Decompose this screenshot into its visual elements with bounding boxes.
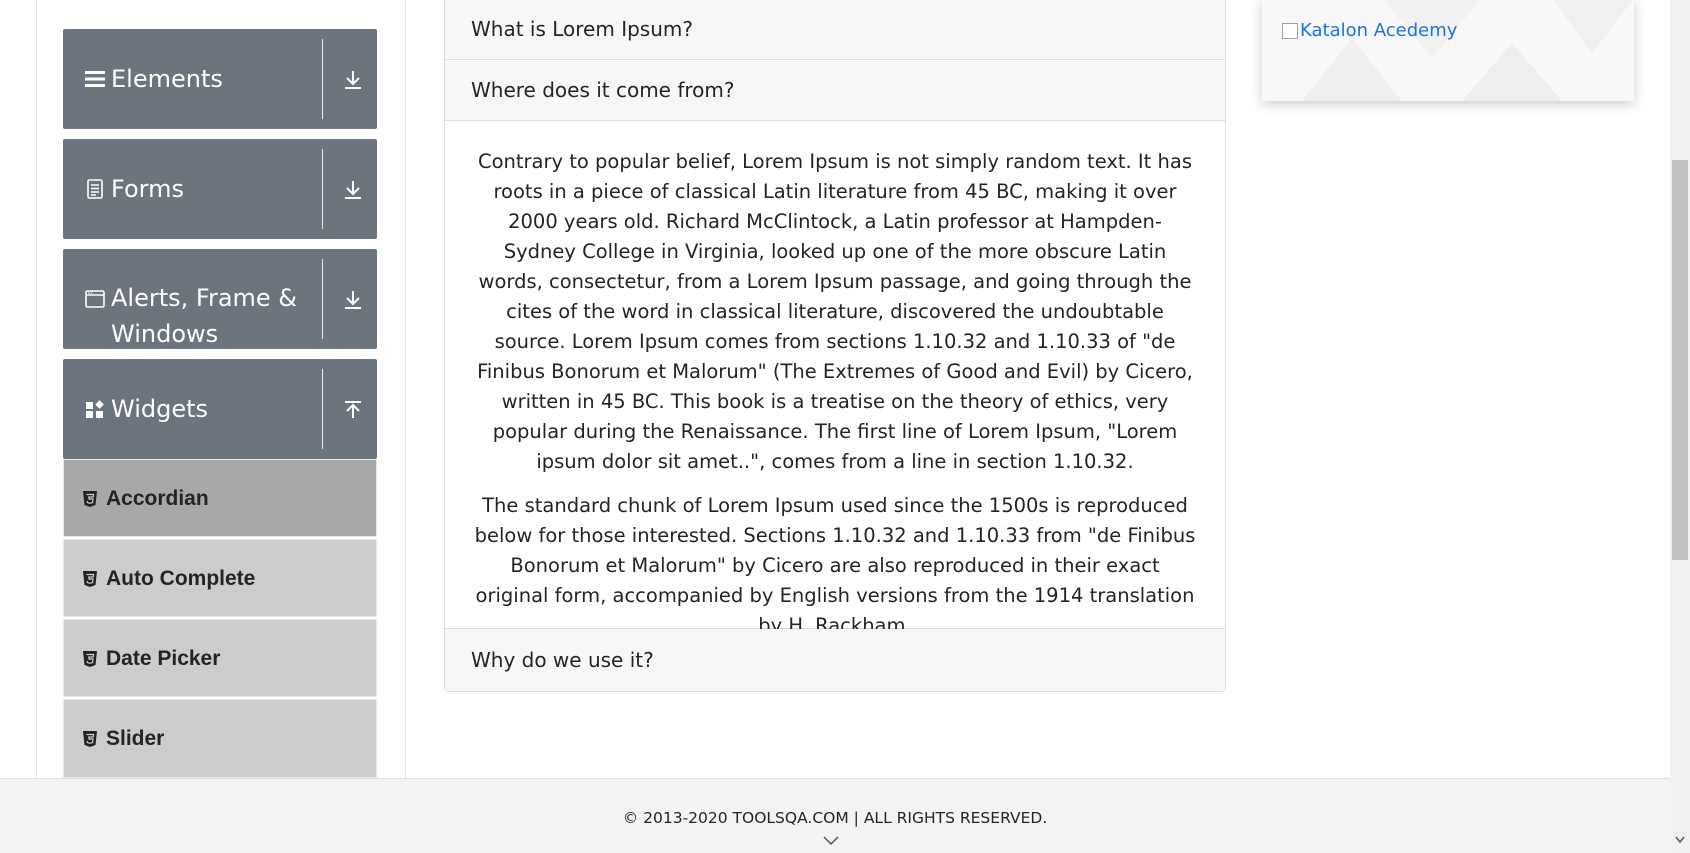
accordion-paragraph: Contrary to popular belief, Lorem Ipsum … [477,150,1193,473]
download-arrow-icon[interactable] [342,69,364,91]
group-separator [322,149,323,229]
sidebar-item-auto-complete[interactable]: Auto Complete [63,539,377,617]
ad-image-link[interactable]: Katalon Acedemy [1282,20,1457,41]
html5-icon [82,490,98,508]
chevron-down-icon[interactable] [822,835,840,847]
html5-icon [82,650,98,668]
group-label: Alerts, Frame & [111,284,298,312]
footer: © 2013-2020 TOOLSQA.COM | ALL RIGHTS RES… [0,778,1670,853]
sidebar-item-label: Auto Complete [106,567,256,590]
ad-banner[interactable]: Katalon Acedemy [1262,0,1634,101]
sidebar-item-label: Slider [106,727,165,750]
sidebar-item-label: Date Picker [106,647,221,670]
scrollbar[interactable] [1670,0,1690,853]
sidebar-item-label: Accordian [106,487,209,510]
group-label-continued: Windows [111,320,219,348]
scroll-down-arrow-icon[interactable] [1675,836,1685,844]
accordion-body: Contrary to popular belief, Lorem Ipsum … [445,121,1225,637]
upload-arrow-icon[interactable] [342,399,364,421]
accordion-paragraph: The standard chunk of Lorem Ipsum used s… [474,494,1196,637]
group-separator [322,259,323,339]
html5-icon [82,570,98,588]
group-elements[interactable]: Elements [63,29,377,129]
hamburger-icon [85,69,105,89]
ad-background-pattern [1302,0,1633,101]
sidebar-item-slider[interactable]: Slider [63,699,377,778]
group-separator [322,39,323,119]
document-icon [85,179,105,199]
group-label: Widgets [111,395,209,423]
group-separator [322,369,323,449]
widgets-icon [85,399,105,419]
footer-copyright: © 2013-2020 TOOLSQA.COM | ALL RIGHTS RES… [622,809,1048,827]
broken-image-icon [1282,22,1298,39]
ad-alt-text: Katalon Acedemy [1300,20,1458,41]
scrollbar-thumb[interactable] [1672,160,1688,560]
accordion-header-why-do-we-use-it[interactable]: Why do we use it? [445,629,1225,691]
accordion-header-what-is-lorem-ipsum[interactable]: What is Lorem Ipsum? [445,0,1225,60]
group-alerts-frame-windows[interactable]: Alerts, Frame & Windows [63,249,377,349]
group-label: Forms [111,175,184,203]
window-icon [85,289,105,309]
group-widgets[interactable]: Widgets [63,359,377,459]
group-forms[interactable]: Forms [63,139,377,239]
accordion-header-where-does-it-come-from[interactable]: Where does it come from? [445,60,1225,121]
download-arrow-icon[interactable] [342,179,364,201]
group-label: Elements [111,65,223,93]
accordion: What is Lorem Ipsum? Where does it come … [444,0,1226,692]
sidebar-item-date-picker[interactable]: Date Picker [63,619,377,697]
sidebar-item-accordian[interactable]: Accordian [63,459,377,537]
download-arrow-icon[interactable] [342,289,364,311]
html5-icon [82,730,98,748]
